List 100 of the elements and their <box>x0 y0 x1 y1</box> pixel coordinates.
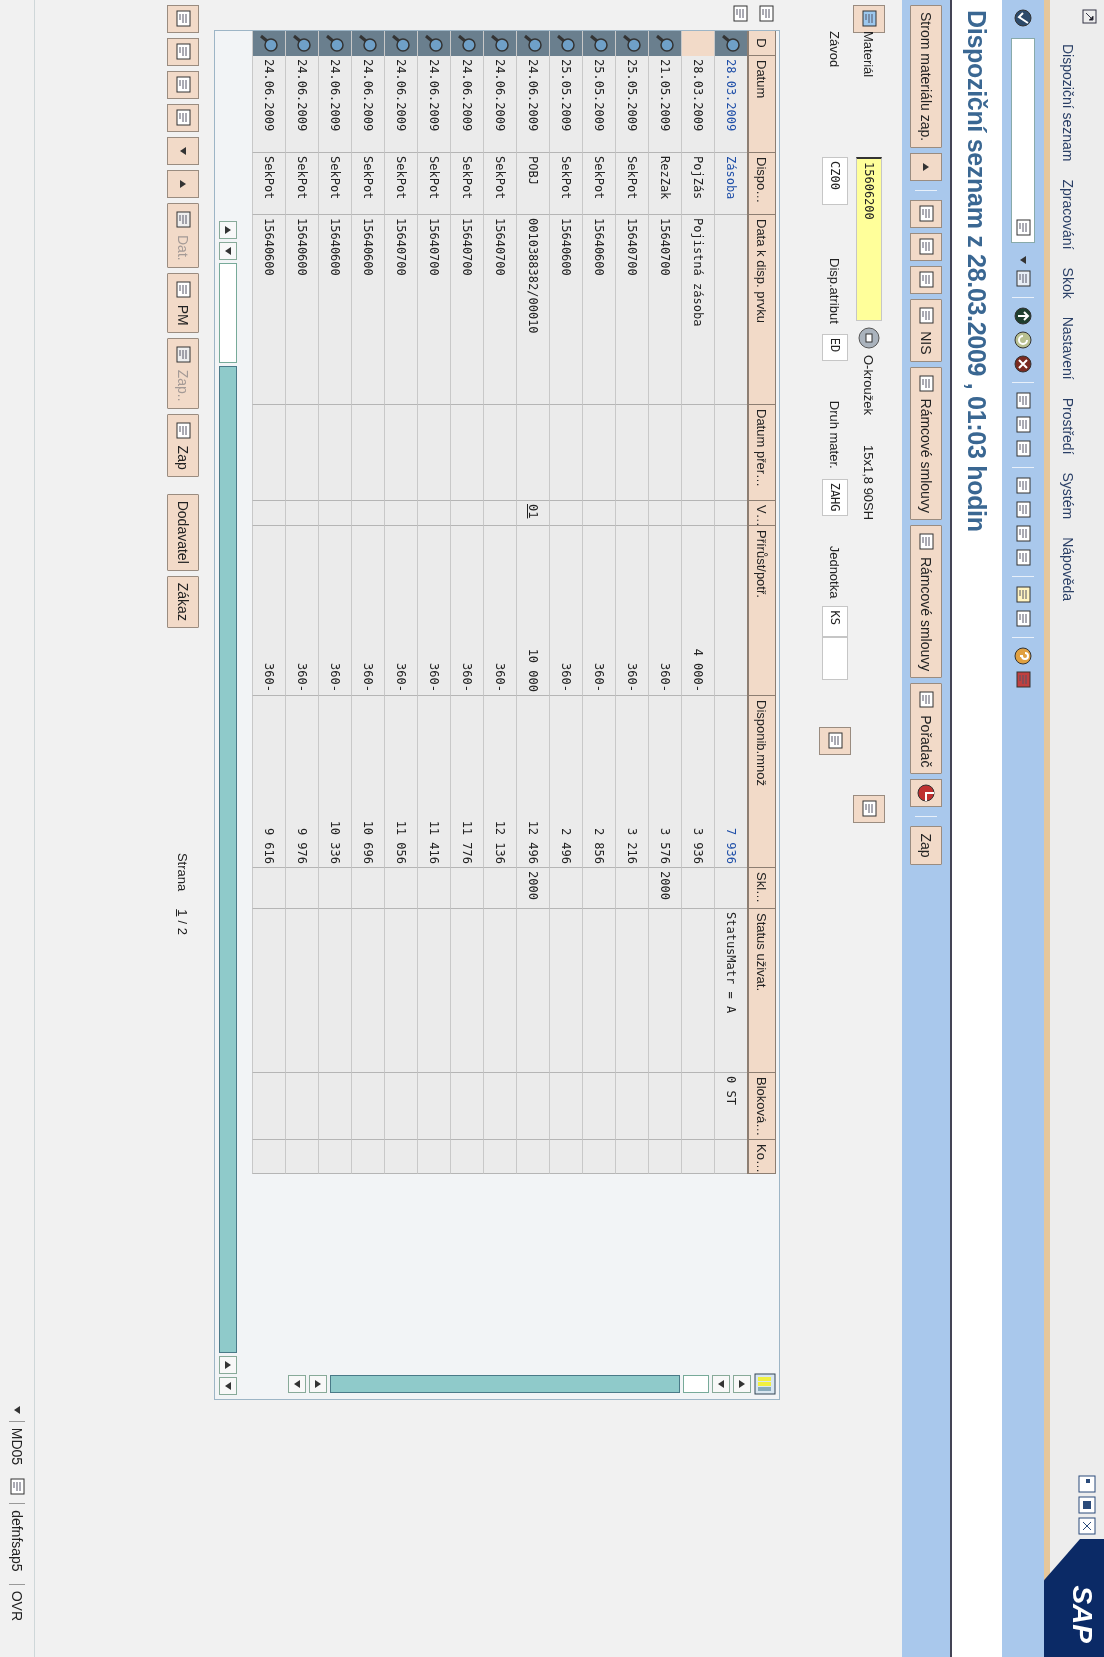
row-icon-cell[interactable] <box>450 31 483 56</box>
tree-button[interactable] <box>167 104 199 132</box>
scroll-down-button[interactable] <box>712 1375 730 1393</box>
toolbar-button[interactable]: Rámcové smlouvy <box>910 524 942 679</box>
cancel-icon[interactable] <box>1013 354 1033 374</box>
column-header[interactable]: Skl… <box>747 868 776 909</box>
toolbar-button[interactable]: Pořadač <box>910 683 942 775</box>
enter-icon[interactable] <box>1013 8 1033 28</box>
input-field[interactable]: ED <box>822 333 848 361</box>
menu-item[interactable]: Nastavení <box>1060 316 1076 380</box>
column-header[interactable]: Data k disp. prvku <box>747 215 776 405</box>
pencils-button[interactable] <box>853 795 885 823</box>
material-button[interactable] <box>853 5 885 33</box>
unit-field[interactable]: KS <box>822 606 848 638</box>
row-icon-cell[interactable] <box>714 31 747 56</box>
matchcode-icon[interactable] <box>858 327 880 349</box>
column-header[interactable]: Disponib.množ <box>747 696 776 868</box>
right-icon <box>223 246 233 256</box>
scroll-thumb[interactable] <box>683 1375 709 1393</box>
row-icon-cell[interactable] <box>318 31 351 56</box>
scroll-up-button[interactable] <box>309 1375 327 1393</box>
column-header[interactable]: Ko… <box>747 1140 776 1174</box>
triangle-button[interactable] <box>910 153 942 182</box>
chart-button[interactable] <box>910 779 942 808</box>
exit-icon[interactable] <box>1013 330 1033 350</box>
scroll-thumb[interactable] <box>219 263 237 363</box>
menu-item[interactable]: Prostředí <box>1060 397 1076 455</box>
scroll-left-button[interactable] <box>219 221 237 239</box>
command-field[interactable] <box>1011 38 1035 243</box>
back-icon[interactable] <box>1013 306 1033 326</box>
row-icon-cell[interactable] <box>483 31 516 56</box>
triangle-button[interactable] <box>167 170 199 198</box>
input-field[interactable]: ZAHG <box>822 478 848 516</box>
material-field[interactable]: 15606200 <box>856 157 882 321</box>
table-cell <box>450 1140 483 1174</box>
footer-button[interactable]: Dodavatel <box>167 493 199 571</box>
mail-button[interactable] <box>910 266 942 295</box>
menu-item[interactable]: Dispoziční seznam <box>1060 44 1076 162</box>
document-icon <box>173 420 193 441</box>
pencil-button[interactable] <box>167 38 199 66</box>
table-cell <box>714 501 747 526</box>
glasses-button[interactable] <box>167 5 199 33</box>
toolbar-button[interactable]: Strom materiálu zap. <box>910 5 942 149</box>
row-icon-cell[interactable] <box>681 31 714 56</box>
scroll-down-button[interactable] <box>288 1375 306 1393</box>
menu-item[interactable]: Skok <box>1060 267 1076 299</box>
toolbar-button[interactable]: Zap <box>910 826 942 865</box>
row-icon-cell[interactable] <box>417 31 450 56</box>
column-header[interactable]: Status uživat. <box>747 909 776 1073</box>
restore-icon[interactable] <box>1078 1496 1096 1514</box>
row-icon-cell[interactable] <box>351 31 384 56</box>
left-icon <box>223 1360 233 1370</box>
scroll-right-button[interactable] <box>219 242 237 260</box>
edit-button[interactable] <box>819 727 851 756</box>
toolbar-button[interactable]: Rámcové smlouvy <box>910 366 942 520</box>
triangle-button[interactable] <box>167 137 199 165</box>
magnifier-icon <box>556 33 576 54</box>
table-cell <box>516 1073 549 1140</box>
scroll-right-button[interactable] <box>219 1377 237 1395</box>
table-cell: SekPot <box>384 153 417 215</box>
footer-button[interactable]: Zap <box>167 413 199 477</box>
input-field[interactable] <box>822 637 848 681</box>
plant-field[interactable]: CZ00 <box>822 157 848 205</box>
column-header[interactable]: Bloková… <box>747 1073 776 1140</box>
toolbar-button[interactable]: NIS <box>910 299 942 362</box>
row-icon-cell[interactable] <box>285 31 318 56</box>
footer-button[interactable]: PM <box>167 272 199 333</box>
minimize-icon[interactable] <box>1078 1475 1096 1493</box>
column-header[interactable]: Datum <box>747 56 776 153</box>
page-link[interactable]: 1 <box>175 909 191 917</box>
row-icon-cell[interactable] <box>384 31 417 56</box>
row-icon-cell[interactable] <box>252 31 285 56</box>
column-header[interactable]: Přírůst/potř. <box>747 526 776 696</box>
menu-item[interactable]: Zpracování <box>1060 179 1076 250</box>
column-header[interactable]: Dispo… <box>747 153 776 215</box>
system-menu-icon[interactable] <box>1080 8 1098 26</box>
row-icon-cell[interactable] <box>516 31 549 56</box>
row-icon-cell[interactable] <box>549 31 582 56</box>
menu-item[interactable]: Systém <box>1060 472 1076 520</box>
group-button[interactable] <box>910 233 942 262</box>
column-header[interactable]: D <box>747 31 776 56</box>
table-cell <box>582 1140 615 1174</box>
row-icon-cell[interactable] <box>648 31 681 56</box>
help-icon[interactable] <box>1013 646 1033 666</box>
filter-button[interactable] <box>910 200 942 229</box>
scroll-up-button[interactable] <box>733 1375 751 1393</box>
scroll-left-button[interactable] <box>219 1356 237 1374</box>
close-icon[interactable] <box>1078 1517 1096 1535</box>
table-cell: SekPot <box>615 153 648 215</box>
column-header[interactable]: V… <box>747 501 776 526</box>
footer-button[interactable]: Zákaz <box>167 575 199 628</box>
row-icon-cell[interactable] <box>615 31 648 56</box>
pie-icon[interactable] <box>916 783 936 804</box>
tree-button[interactable] <box>167 71 199 99</box>
table-cell <box>648 501 681 526</box>
table-cell <box>549 1140 582 1174</box>
table-cell <box>252 1073 285 1140</box>
row-icon-cell[interactable] <box>582 31 615 56</box>
column-header[interactable]: Datum přer… <box>747 405 776 501</box>
menu-item[interactable]: Nápověda <box>1060 537 1076 602</box>
